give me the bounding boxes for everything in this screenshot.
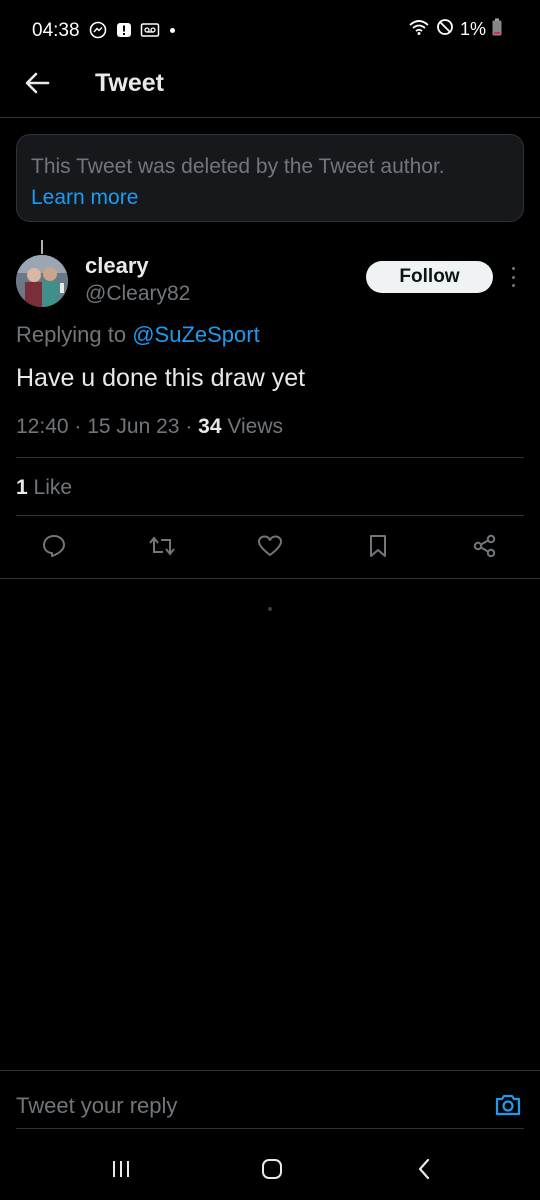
follow-button[interactable]: Follow bbox=[366, 261, 493, 293]
share-button[interactable] bbox=[467, 528, 503, 564]
tweet-text: Have u done this draw yet bbox=[16, 364, 306, 392]
recent-apps-icon bbox=[113, 1161, 129, 1177]
heart-icon bbox=[258, 535, 282, 556]
status-bar: 04:38 1% bbox=[0, 0, 540, 62]
thread-connector bbox=[41, 240, 43, 254]
chevron-left-icon bbox=[418, 1158, 430, 1180]
reply-composer bbox=[0, 1070, 540, 1132]
do-not-disturb-icon bbox=[436, 18, 454, 41]
like-button[interactable] bbox=[252, 528, 288, 564]
display-name[interactable]: cleary bbox=[85, 253, 149, 279]
top-app-bar: Tweet bbox=[0, 62, 540, 118]
likes-summary[interactable]: 1 Like bbox=[16, 476, 72, 500]
more-dot bbox=[511, 284, 515, 287]
likes-count: 1 bbox=[16, 476, 28, 499]
voicemail-icon bbox=[140, 20, 160, 40]
deleted-tweet-notice: This Tweet was deleted by the Tweet auth… bbox=[16, 134, 524, 222]
alert-icon bbox=[114, 20, 134, 40]
camera-button[interactable] bbox=[494, 1091, 522, 1119]
system-back-button[interactable] bbox=[410, 1154, 440, 1184]
divider bbox=[0, 578, 540, 579]
more-options-button[interactable] bbox=[505, 264, 521, 290]
views-label: Views bbox=[227, 415, 283, 438]
camera-icon bbox=[495, 1094, 521, 1116]
home-icon bbox=[262, 1159, 282, 1179]
battery-icon bbox=[492, 18, 502, 41]
arrow-left-icon bbox=[25, 72, 50, 94]
status-time: 04:38 bbox=[32, 20, 80, 41]
notification-icons bbox=[88, 20, 175, 40]
tweet-meta: 12:40 · 15 Jun 23 · 34 Views bbox=[16, 415, 283, 438]
tweet-date: 15 Jun 23 bbox=[87, 415, 180, 438]
bookmark-icon bbox=[370, 535, 386, 557]
avatar[interactable] bbox=[16, 255, 68, 307]
reply-divider bbox=[16, 1128, 524, 1129]
back-button[interactable] bbox=[22, 68, 52, 98]
home-button[interactable] bbox=[257, 1154, 287, 1184]
reply-icon bbox=[43, 535, 65, 557]
tweet-actions bbox=[0, 528, 540, 568]
messenger-icon bbox=[88, 20, 108, 40]
system-nav-bar bbox=[0, 1134, 540, 1200]
page-title: Tweet bbox=[95, 69, 164, 97]
system-icons: 1% bbox=[408, 18, 502, 41]
retweet-icon bbox=[149, 536, 175, 556]
recent-apps-button[interactable] bbox=[106, 1154, 136, 1184]
more-dot bbox=[511, 275, 515, 279]
bookmark-button[interactable] bbox=[360, 528, 396, 564]
learn-more-link[interactable]: Learn more bbox=[31, 182, 509, 213]
reply-button[interactable] bbox=[36, 528, 72, 564]
reply-input[interactable] bbox=[16, 1091, 456, 1121]
loading-indicator bbox=[268, 607, 272, 611]
replying-handle-link[interactable]: @SuZeSport bbox=[132, 322, 260, 347]
wifi-icon bbox=[408, 18, 430, 41]
replying-to: Replying to @SuZeSport bbox=[16, 322, 260, 348]
battery-percent: 1% bbox=[459, 19, 486, 39]
more-notifications-dot bbox=[170, 27, 175, 33]
user-handle[interactable]: @Cleary82 bbox=[85, 282, 190, 306]
divider bbox=[16, 457, 524, 458]
deleted-notice-text: This Tweet was deleted by the Tweet auth… bbox=[31, 155, 445, 178]
tweet-time: 12:40 bbox=[16, 415, 69, 438]
replying-prefix: Replying to bbox=[16, 322, 127, 347]
retweet-button[interactable] bbox=[144, 528, 180, 564]
likes-label: Like bbox=[33, 476, 73, 499]
more-dot bbox=[511, 267, 515, 270]
divider bbox=[16, 515, 524, 516]
share-icon bbox=[473, 534, 496, 558]
views-count: 34 bbox=[198, 415, 222, 438]
